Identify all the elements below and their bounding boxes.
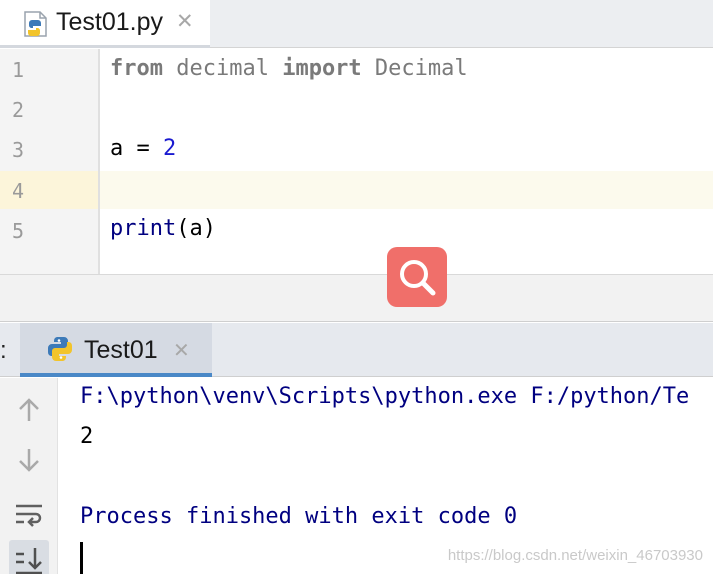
code-line[interactable]: from decimal import Decimal	[110, 56, 468, 81]
search-icon	[400, 260, 436, 296]
code-token: decimal	[162, 56, 283, 81]
code-token: Decimal	[361, 56, 468, 81]
python-file-icon	[24, 11, 47, 37]
line-number: 2	[12, 98, 25, 122]
code-token: print	[110, 216, 177, 241]
editor-tab-label: Test01.py	[56, 8, 164, 36]
close-icon[interactable]: ✕	[176, 11, 194, 32]
text-caret	[80, 542, 83, 574]
line-number: 5	[12, 219, 25, 243]
rerun-up-icon[interactable]	[9, 390, 49, 430]
code-token: a =	[110, 136, 163, 161]
arrow-down-icon[interactable]	[9, 440, 49, 480]
close-icon[interactable]: ✕	[173, 340, 190, 360]
scroll-to-end-icon[interactable]	[9, 540, 49, 574]
code-editor[interactable]: 1 2 3 4 5 from decimal import Decimal a …	[0, 49, 713, 274]
line-number: 4	[12, 179, 25, 203]
run-tab-bar: : Test01 ✕	[0, 323, 713, 377]
line-number: 3	[12, 138, 25, 162]
editor-footer-area	[0, 274, 713, 322]
editor-tab-bar: Test01.py ✕	[0, 0, 713, 48]
search-button[interactable]	[387, 247, 447, 307]
run-tab-test01[interactable]: Test01 ✕	[20, 323, 212, 377]
run-tab-label: Test01	[84, 336, 158, 364]
soft-wrap-icon[interactable]	[9, 494, 49, 534]
line-number: 1	[12, 58, 25, 82]
console-exit-message: Process finished with exit code 0	[80, 504, 518, 529]
code-line[interactable]: a = 2	[110, 136, 176, 161]
run-toolbar	[0, 378, 58, 574]
code-token: (a)	[176, 216, 216, 241]
python-icon	[47, 337, 73, 361]
editor-tab-test01[interactable]: Test01.py ✕	[0, 0, 210, 48]
console-output-line: 2	[80, 424, 94, 449]
code-token: import	[282, 56, 362, 81]
watermark: https://blog.csdn.net/weixin_46703930	[447, 547, 703, 564]
code-token: from	[110, 56, 163, 81]
current-line-highlight	[0, 171, 713, 209]
run-console[interactable]: F:\python\venv\Scripts\python.exe F:/pyt…	[59, 378, 713, 574]
console-command-line: F:\python\venv\Scripts\python.exe F:/pyt…	[80, 384, 690, 409]
run-label-prefix: :	[0, 337, 7, 364]
code-token: 2	[162, 136, 177, 161]
code-line[interactable]: print(a)	[110, 216, 216, 241]
